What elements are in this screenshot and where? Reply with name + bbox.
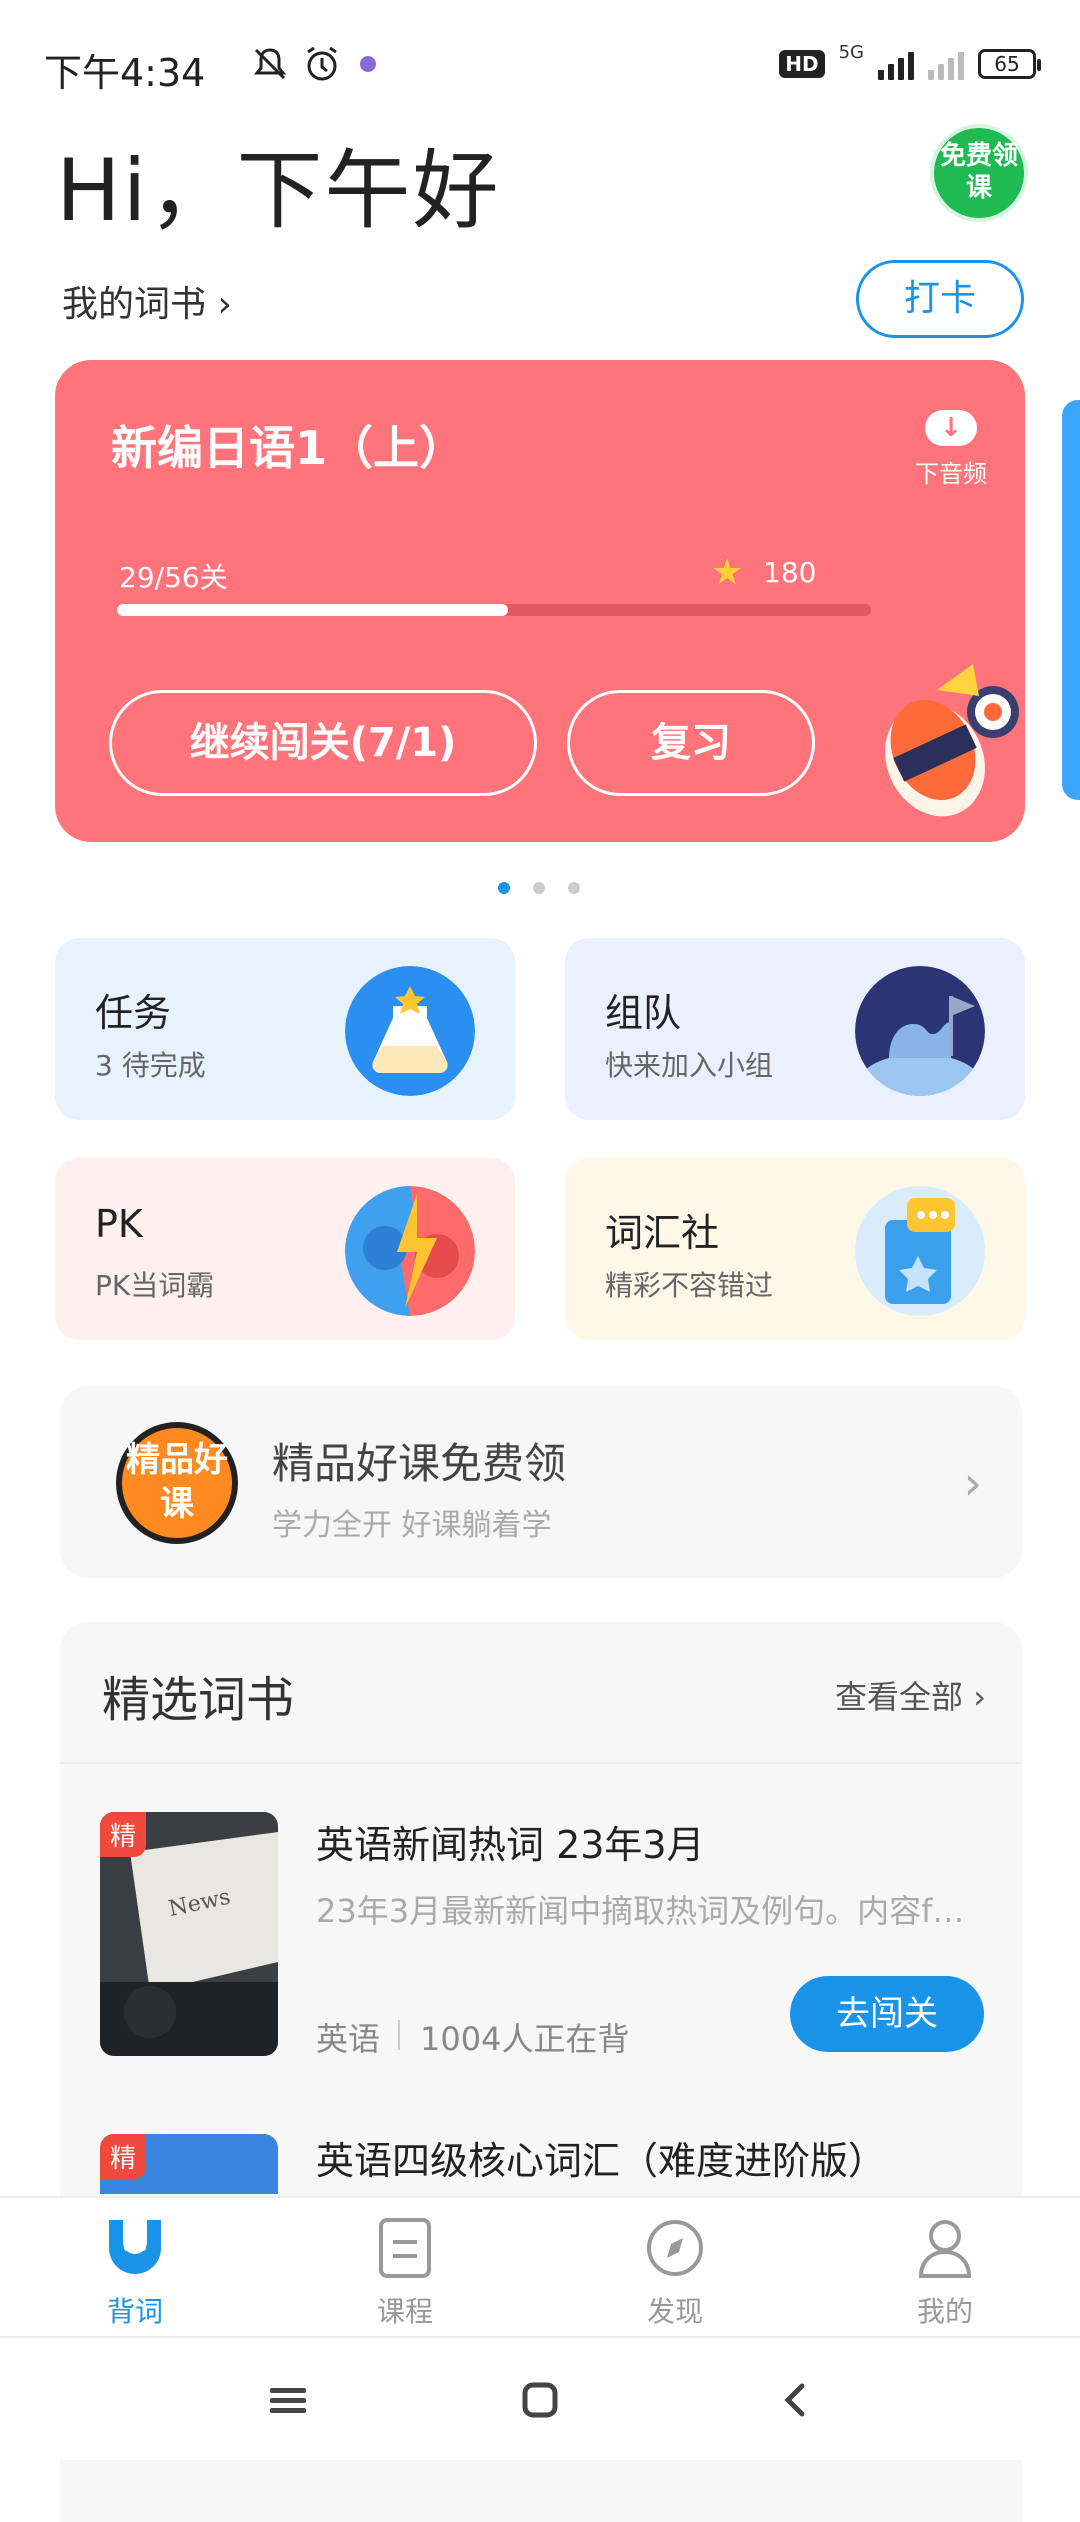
flask-icon — [345, 966, 475, 1096]
tile-title: PK — [95, 1202, 143, 1246]
book-cover[interactable]: News 精 — [100, 1812, 278, 2056]
boxing-icon — [345, 1186, 475, 1316]
promo-logo: 精品好课 — [116, 1422, 238, 1544]
review-button[interactable]: 复习 — [567, 690, 815, 796]
download-audio-button[interactable]: 下音频 — [915, 410, 987, 489]
status-right: HD 5G 65 — [779, 42, 1041, 80]
tile-title: 词汇社 — [605, 1211, 720, 1255]
signal-icon — [878, 48, 914, 80]
bottom-nav: 背词 课程 发现 我的 — [0, 2196, 1080, 2336]
start-button[interactable]: 去闯关 — [790, 1976, 984, 2052]
compass-icon — [647, 2220, 703, 2276]
home-icon[interactable] — [522, 2382, 558, 2418]
document-icon — [379, 2218, 431, 2278]
tile-subtitle: 3 待完成 — [95, 1049, 206, 1082]
divider — [398, 2020, 400, 2050]
signal-2-icon — [928, 48, 964, 80]
nav-memorize[interactable]: 背词 — [0, 2198, 270, 2338]
progress-bar — [117, 604, 871, 616]
battery-icon: 65 — [978, 49, 1041, 79]
featured-tag: 精 — [100, 1812, 147, 1857]
hd-badge: HD — [779, 50, 825, 78]
book-title: 新编日语1（上） — [111, 421, 466, 475]
chevron-right-icon: › — [963, 1456, 982, 1510]
promo-banner[interactable]: 精品好课 精品好课免费领 学力全开 好课躺着学 › — [60, 1386, 1022, 1578]
nav-label: 背词 — [106, 2295, 163, 2328]
network-type: 5G — [838, 41, 864, 63]
user-icon — [918, 2220, 972, 2278]
book-description: 23年3月最新新闻中摘取热词及例句。内容f… — [316, 1892, 965, 1930]
section-title: 精选词书 — [102, 1672, 295, 1728]
progress-bar-fill — [117, 604, 508, 616]
tile-subtitle: PK当词霸 — [95, 1269, 215, 1302]
status-time: 下午4:34 — [44, 51, 206, 95]
promo-title: 精品好课免费领 — [272, 1439, 567, 1488]
menu-icon[interactable] — [270, 2386, 306, 2416]
nav-label: 发现 — [646, 2295, 703, 2328]
book-chat-icon — [855, 1186, 985, 1316]
carousel-dot-active — [498, 882, 510, 894]
view-all-label: 查看全部 — [835, 1678, 964, 1716]
book-language: 英语 — [316, 2020, 381, 2058]
side-tab[interactable] — [1062, 400, 1080, 800]
camel-moon-icon — [855, 966, 985, 1096]
nav-label: 课程 — [376, 2295, 433, 2328]
mute-icon — [253, 48, 287, 80]
book-cover[interactable]: 精 — [100, 2134, 278, 2194]
book-title: 英语四级核心词汇（难度进阶版） — [316, 2139, 887, 2183]
book-title: 英语新闻热词 23年3月 — [316, 1823, 705, 1867]
continue-button[interactable]: 继续闯关(7/1) — [109, 690, 537, 796]
star-count: 180 — [763, 556, 817, 589]
status-bar: 下午4:34 HD 5G 65 — [0, 0, 1080, 120]
featured-tag: 精 — [100, 2134, 147, 2179]
chevron-right-icon: › — [973, 1678, 986, 1716]
tile-subtitle: 精彩不容错过 — [605, 1269, 774, 1302]
nav-label: 我的 — [916, 2295, 973, 2328]
greeting: Hi，下午好 — [56, 141, 501, 241]
sushi-illustration — [885, 664, 1019, 817]
tile-title: 任务 — [95, 991, 172, 1035]
my-books-link[interactable]: 我的词书 › — [62, 275, 232, 327]
level-progress: 29/56关 — [119, 561, 228, 594]
system-nav-bar — [0, 2336, 1080, 2460]
tile-subtitle: 快来加入小组 — [605, 1049, 774, 1082]
checkin-button[interactable]: 打卡 — [856, 260, 1024, 338]
nav-courses[interactable]: 课程 — [270, 2198, 540, 2338]
promo-subtitle: 学力全开 好课躺着学 — [272, 1508, 552, 1543]
back-icon[interactable] — [780, 2382, 810, 2418]
tile-task[interactable]: 任务 3 待完成 — [55, 938, 515, 1120]
learner-count: 1004人正在背 — [420, 2020, 630, 2058]
my-books-label: 我的词书 — [62, 284, 207, 325]
divider — [60, 1762, 1022, 1764]
memorize-icon — [109, 2220, 161, 2274]
cloud-download-icon — [925, 410, 977, 446]
download-label: 下音频 — [915, 460, 987, 488]
chevron-right-icon: › — [217, 284, 232, 325]
carousel-dot — [533, 882, 545, 894]
nav-discover[interactable]: 发现 — [540, 2198, 810, 2338]
tile-title: 组队 — [605, 991, 682, 1035]
carousel-dot — [568, 882, 580, 894]
app-notification-icon — [360, 56, 376, 72]
view-all-link[interactable]: 查看全部 › — [835, 1672, 986, 1718]
star-icon: ★ — [711, 552, 744, 593]
current-book-card[interactable]: 新编日语1（上） 下音频 29/56关 ★ 180 继续闯关(7/1) 复习 — [55, 360, 1025, 842]
tile-pk[interactable]: PK PK当词霸 — [55, 1158, 515, 1340]
free-course-badge[interactable]: 免费领课 — [934, 128, 1024, 218]
tile-team[interactable]: 组队 快来加入小组 — [565, 938, 1025, 1120]
tile-vocab-club[interactable]: 词汇社 精彩不容错过 — [565, 1158, 1025, 1340]
alarm-icon — [307, 46, 337, 81]
nav-profile[interactable]: 我的 — [810, 2198, 1080, 2338]
